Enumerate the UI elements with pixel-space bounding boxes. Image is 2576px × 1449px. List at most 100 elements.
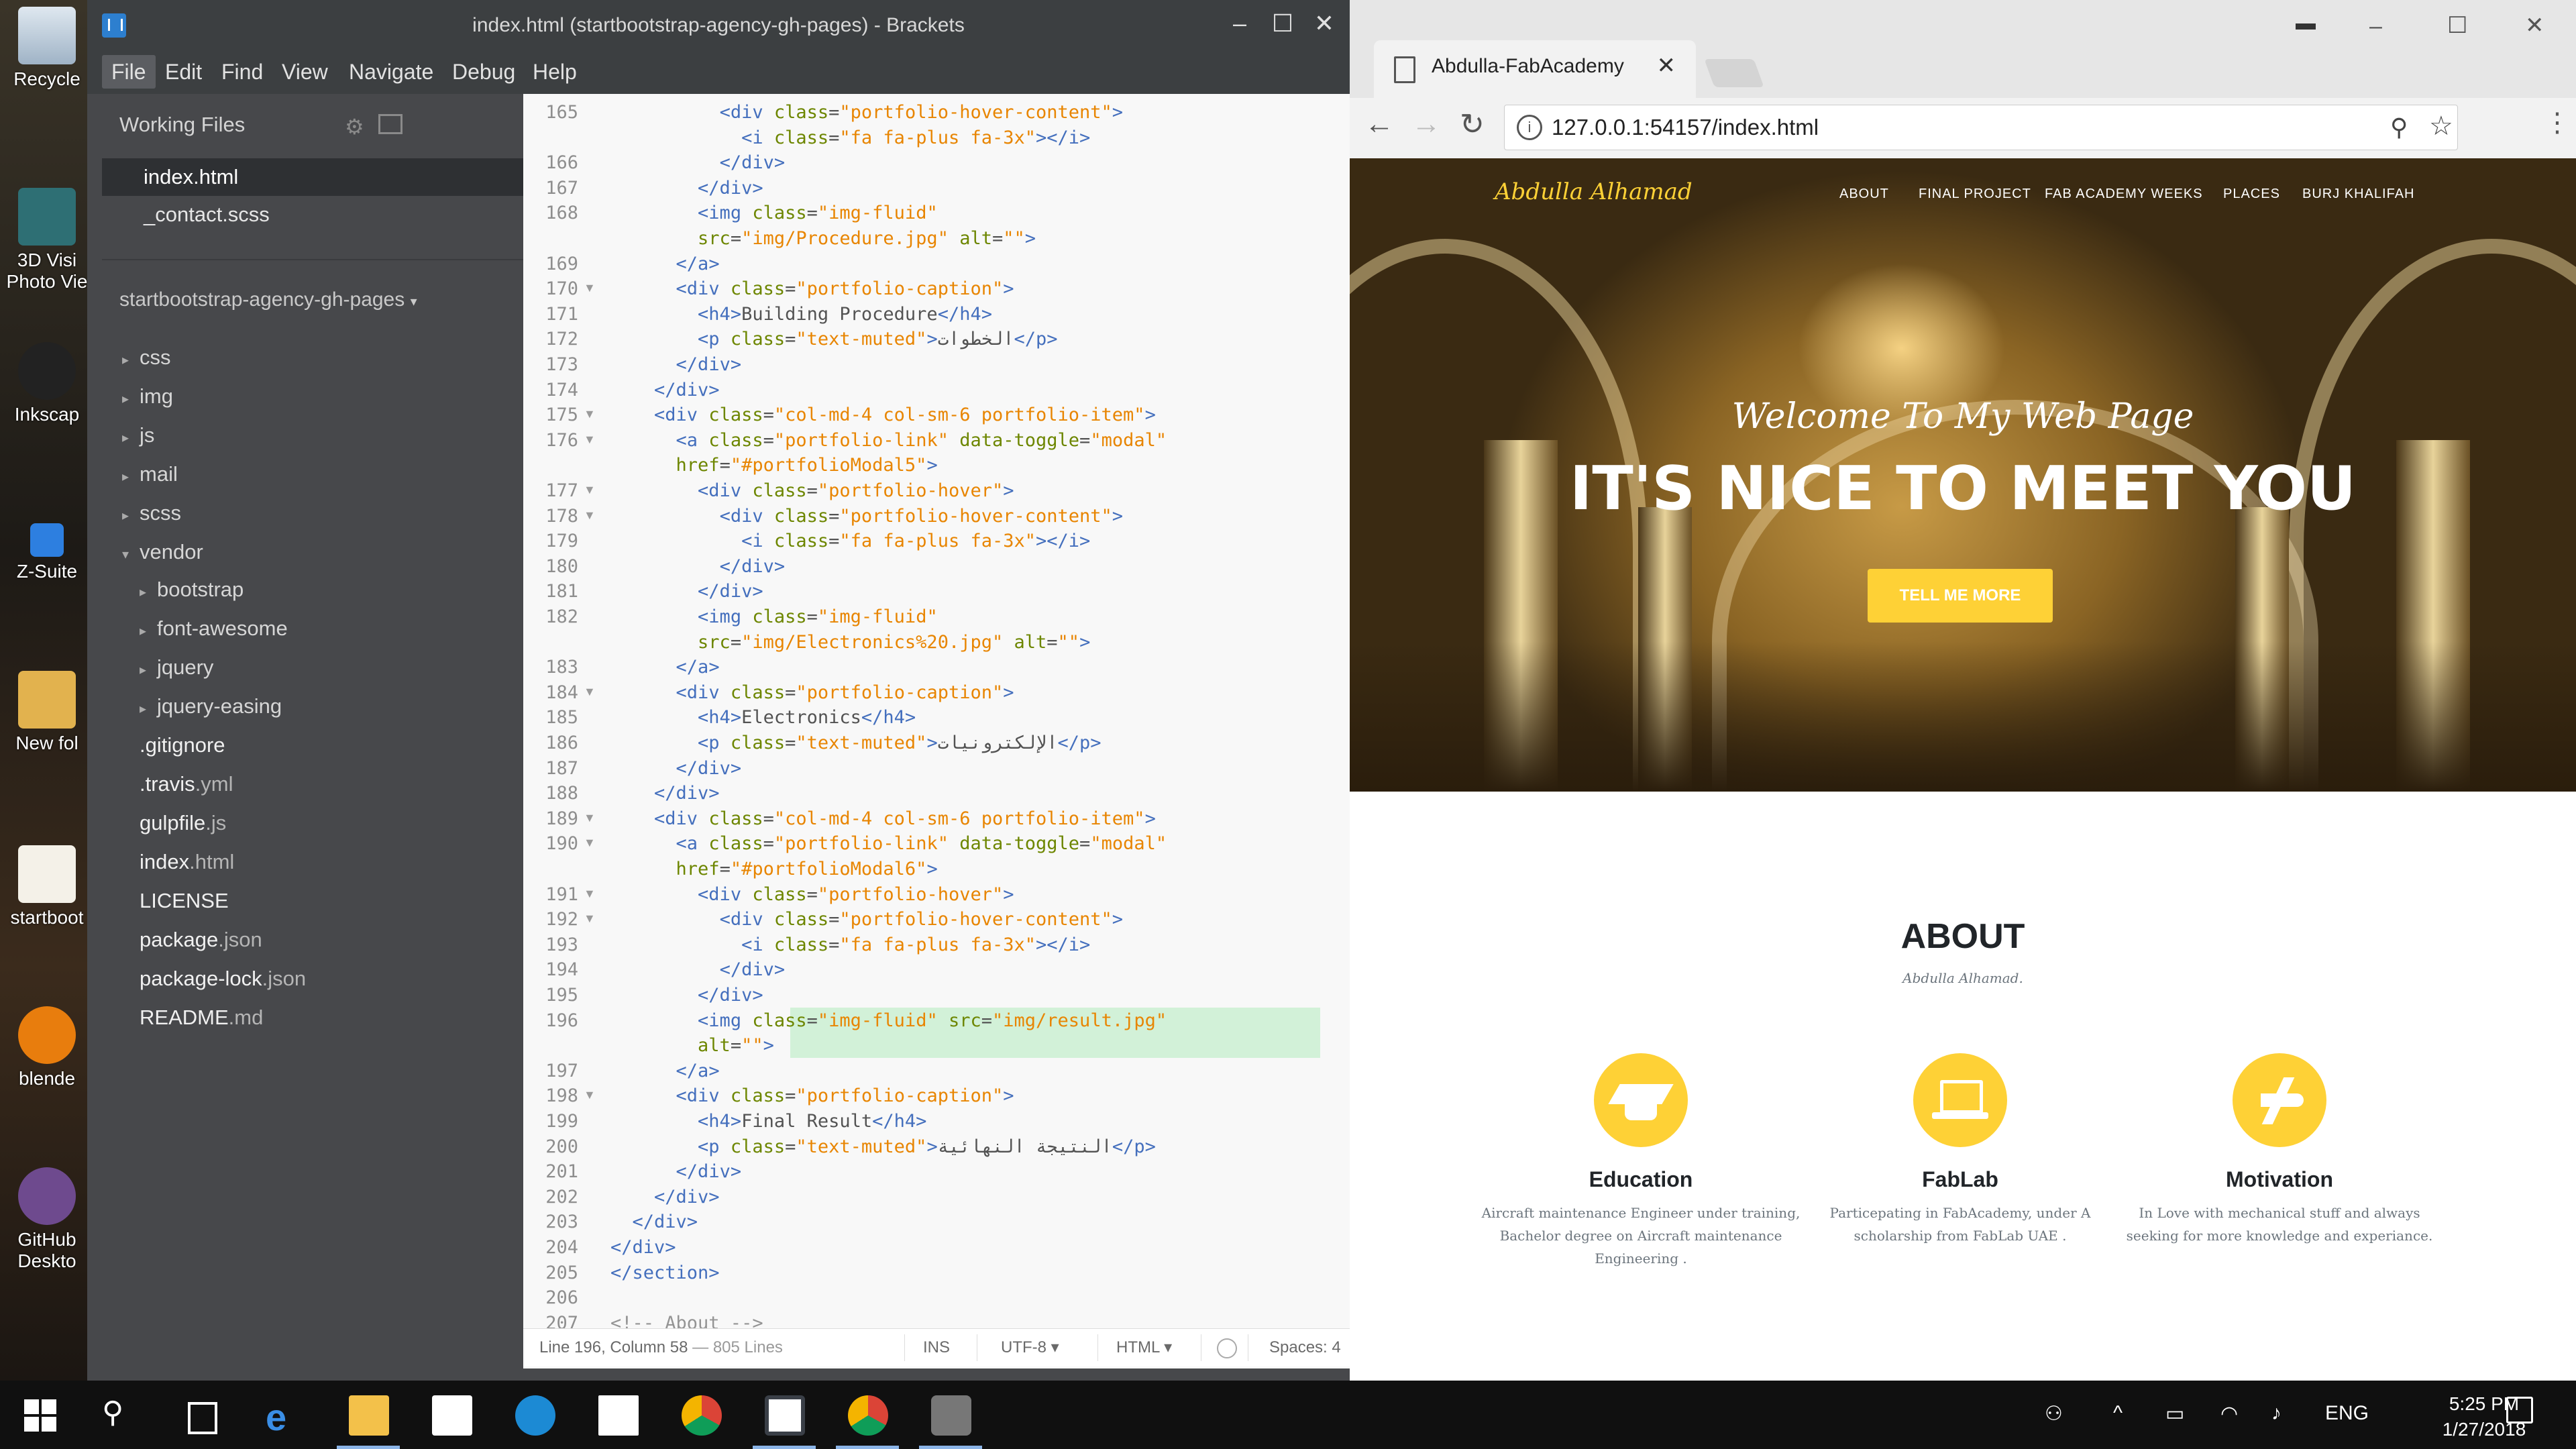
line-number: 177 xyxy=(545,480,578,501)
working-file-index-html[interactable]: index.html xyxy=(102,158,523,196)
inkscape-icon xyxy=(18,342,76,400)
fold-arrow-icon[interactable]: ▼ xyxy=(584,1088,596,1102)
search-icon[interactable]: ⚲ xyxy=(102,1395,142,1436)
app-icon[interactable] xyxy=(515,1395,555,1436)
task-view-icon[interactable] xyxy=(182,1395,223,1436)
menu-find[interactable]: Find xyxy=(212,55,272,89)
tree-file[interactable]: LICENSE xyxy=(140,883,229,919)
brackets-icon[interactable] xyxy=(765,1395,805,1436)
browser-tab[interactable]: Abdulla-FabAcademy ✕ xyxy=(1374,40,1696,98)
code-editor[interactable]: 165 166 167 168 169 170 ▼ 171 172 173 174 175 ▼ 176 ▼ 1… xyxy=(523,94,1373,1368)
mail-icon[interactable] xyxy=(598,1395,639,1436)
nav-final-project[interactable]: FINAL PROJECT xyxy=(1919,186,2031,202)
wifi-icon[interactable]: ◠ xyxy=(2220,1402,2238,1426)
info-icon[interactable]: i xyxy=(1517,115,1542,140)
insert-mode[interactable]: INS xyxy=(923,1329,950,1366)
tree-file[interactable]: gulpfile.js xyxy=(140,805,226,841)
tree-folder-js[interactable]: ▸ js xyxy=(122,417,154,453)
volume-icon[interactable]: ♪ xyxy=(2271,1402,2282,1425)
menu-dots-icon[interactable]: ⋮ xyxy=(2544,107,2571,138)
menu-help[interactable]: Help xyxy=(523,55,586,89)
tree-folder-jquery-easing[interactable]: ▸ jquery-easing xyxy=(140,688,282,724)
reload-icon[interactable]: ↻ xyxy=(1460,107,1485,142)
nav-places[interactable]: PLACES xyxy=(2223,186,2280,202)
tree-folder-scss[interactable]: ▸ scss xyxy=(122,495,181,531)
edge-icon[interactable]: e xyxy=(266,1395,306,1438)
notification-icon[interactable] xyxy=(2506,1397,2533,1424)
fold-arrow-icon[interactable]: ▼ xyxy=(584,912,596,926)
zoom-icon[interactable]: ⚲ xyxy=(2390,113,2408,142)
desktop-icon-3d-viewer[interactable]: 3D Visi Photo Vie xyxy=(0,188,94,292)
store-icon[interactable] xyxy=(432,1395,472,1436)
address-bar[interactable]: i 127.0.0.1:54157/index.html ⚲ ☆ xyxy=(1504,105,2458,150)
people-icon[interactable]: ⚇ xyxy=(2045,1402,2063,1426)
nav-fab-academy-weeks[interactable]: FAB ACADEMY WEEKS xyxy=(2045,186,2203,202)
fold-arrow-icon[interactable]: ▼ xyxy=(584,407,596,421)
bookmark-star-icon[interactable]: ☆ xyxy=(2429,111,2453,142)
fold-arrow-icon[interactable]: ▼ xyxy=(584,685,596,699)
chrome-icon[interactable] xyxy=(848,1395,888,1436)
app-icon[interactable] xyxy=(931,1395,971,1436)
close-button[interactable]: ✕ xyxy=(1299,0,1350,51)
tree-file[interactable]: package-lock.json xyxy=(140,961,306,997)
encoding-select[interactable]: UTF-8 ▾ xyxy=(1001,1329,1059,1366)
site-brand[interactable]: Abdulla Alhamad xyxy=(1495,178,1693,205)
language-indicator[interactable]: ENG xyxy=(2325,1402,2369,1425)
nav-about[interactable]: ABOUT xyxy=(1839,186,1889,202)
desktop-icon-inkscape[interactable]: Inkscap xyxy=(0,342,94,425)
tree-folder-font-awesome[interactable]: ▸ font-awesome xyxy=(140,610,288,647)
chevron-right-icon: ▸ xyxy=(140,585,147,600)
indent-setting[interactable]: Spaces: 4 xyxy=(1269,1329,1341,1366)
menu-view[interactable]: View xyxy=(272,55,337,89)
nav-burj-khalifah[interactable]: BURJ KHALIFAH xyxy=(2302,186,2414,202)
desktop-icon-blender[interactable]: blende xyxy=(0,1006,94,1089)
chevron-right-icon: ▸ xyxy=(122,508,129,523)
project-dropdown[interactable]: startbootstrap-agency-gh-pages ▾ xyxy=(119,288,417,311)
tree-folder-bootstrap[interactable]: ▸ bootstrap xyxy=(140,572,244,608)
tree-file[interactable]: README.md xyxy=(140,1000,263,1036)
tree-file[interactable]: .travis.yml xyxy=(140,766,233,802)
forward-icon[interactable]: → xyxy=(1411,107,1441,141)
tree-folder-mail[interactable]: ▸ mail xyxy=(122,456,178,492)
close-button[interactable]: ✕ xyxy=(2525,12,2544,39)
tree-file[interactable]: index.html xyxy=(140,844,234,880)
tree-folder-jquery[interactable]: ▸ jquery xyxy=(140,649,213,686)
chevron-up-icon[interactable]: ^ xyxy=(2113,1402,2123,1425)
working-file-contact-scss[interactable]: _contact.scss xyxy=(102,196,523,233)
tell-me-more-button[interactable]: TELL ME MORE xyxy=(1868,569,2053,623)
new-tab-button[interactable] xyxy=(1704,59,1764,87)
linter-status-icon[interactable] xyxy=(1217,1338,1237,1358)
maximize-button[interactable]: ☐ xyxy=(2447,12,2467,39)
back-icon[interactable]: ← xyxy=(1364,107,1394,141)
tab-close-icon[interactable]: ✕ xyxy=(1657,52,1676,79)
desktop-icon-startbootstrap[interactable]: startboot xyxy=(0,845,94,928)
tree-file[interactable]: .gitignore xyxy=(140,727,225,763)
fold-arrow-icon[interactable]: ▼ xyxy=(584,433,596,447)
gear-icon[interactable]: ⚙ xyxy=(345,114,364,140)
tree-file[interactable]: package.json xyxy=(140,922,262,958)
battery-icon[interactable]: ▭ xyxy=(2165,1402,2184,1426)
split-view-icon[interactable] xyxy=(378,114,402,134)
fold-arrow-icon[interactable]: ▼ xyxy=(584,281,596,295)
fold-arrow-icon[interactable]: ▼ xyxy=(584,887,596,901)
language-select[interactable]: HTML ▾ xyxy=(1116,1329,1172,1366)
tree-folder-css[interactable]: ▸ css xyxy=(122,339,171,376)
fold-arrow-icon[interactable]: ▼ xyxy=(584,811,596,825)
fold-arrow-icon[interactable]: ▼ xyxy=(584,836,596,850)
menu-edit[interactable]: Edit xyxy=(156,55,211,89)
file-explorer-icon[interactable] xyxy=(349,1395,389,1436)
menu-navigate[interactable]: Navigate xyxy=(339,55,443,89)
desktop-icon-z-suite[interactable]: Z-Suite xyxy=(0,523,94,582)
fold-arrow-icon[interactable]: ▼ xyxy=(584,483,596,497)
desktop-icon-new-folder[interactable]: New fol xyxy=(0,671,94,754)
menu-file[interactable]: File xyxy=(102,55,156,89)
desktop-icon-github-desktop[interactable]: GitHub Deskto xyxy=(0,1167,94,1272)
windows-start-icon[interactable] xyxy=(20,1395,60,1436)
chrome-icon[interactable] xyxy=(682,1395,722,1436)
tree-folder-img[interactable]: ▸ img xyxy=(122,378,173,415)
desktop-icon-recycle-bin[interactable]: Recycle xyxy=(0,7,94,90)
menu-debug[interactable]: Debug xyxy=(443,55,525,89)
minimize-button[interactable]: – xyxy=(2369,13,2382,40)
tree-folder-vendor[interactable]: ▾ vendor xyxy=(122,534,203,570)
fold-arrow-icon[interactable]: ▼ xyxy=(584,508,596,523)
